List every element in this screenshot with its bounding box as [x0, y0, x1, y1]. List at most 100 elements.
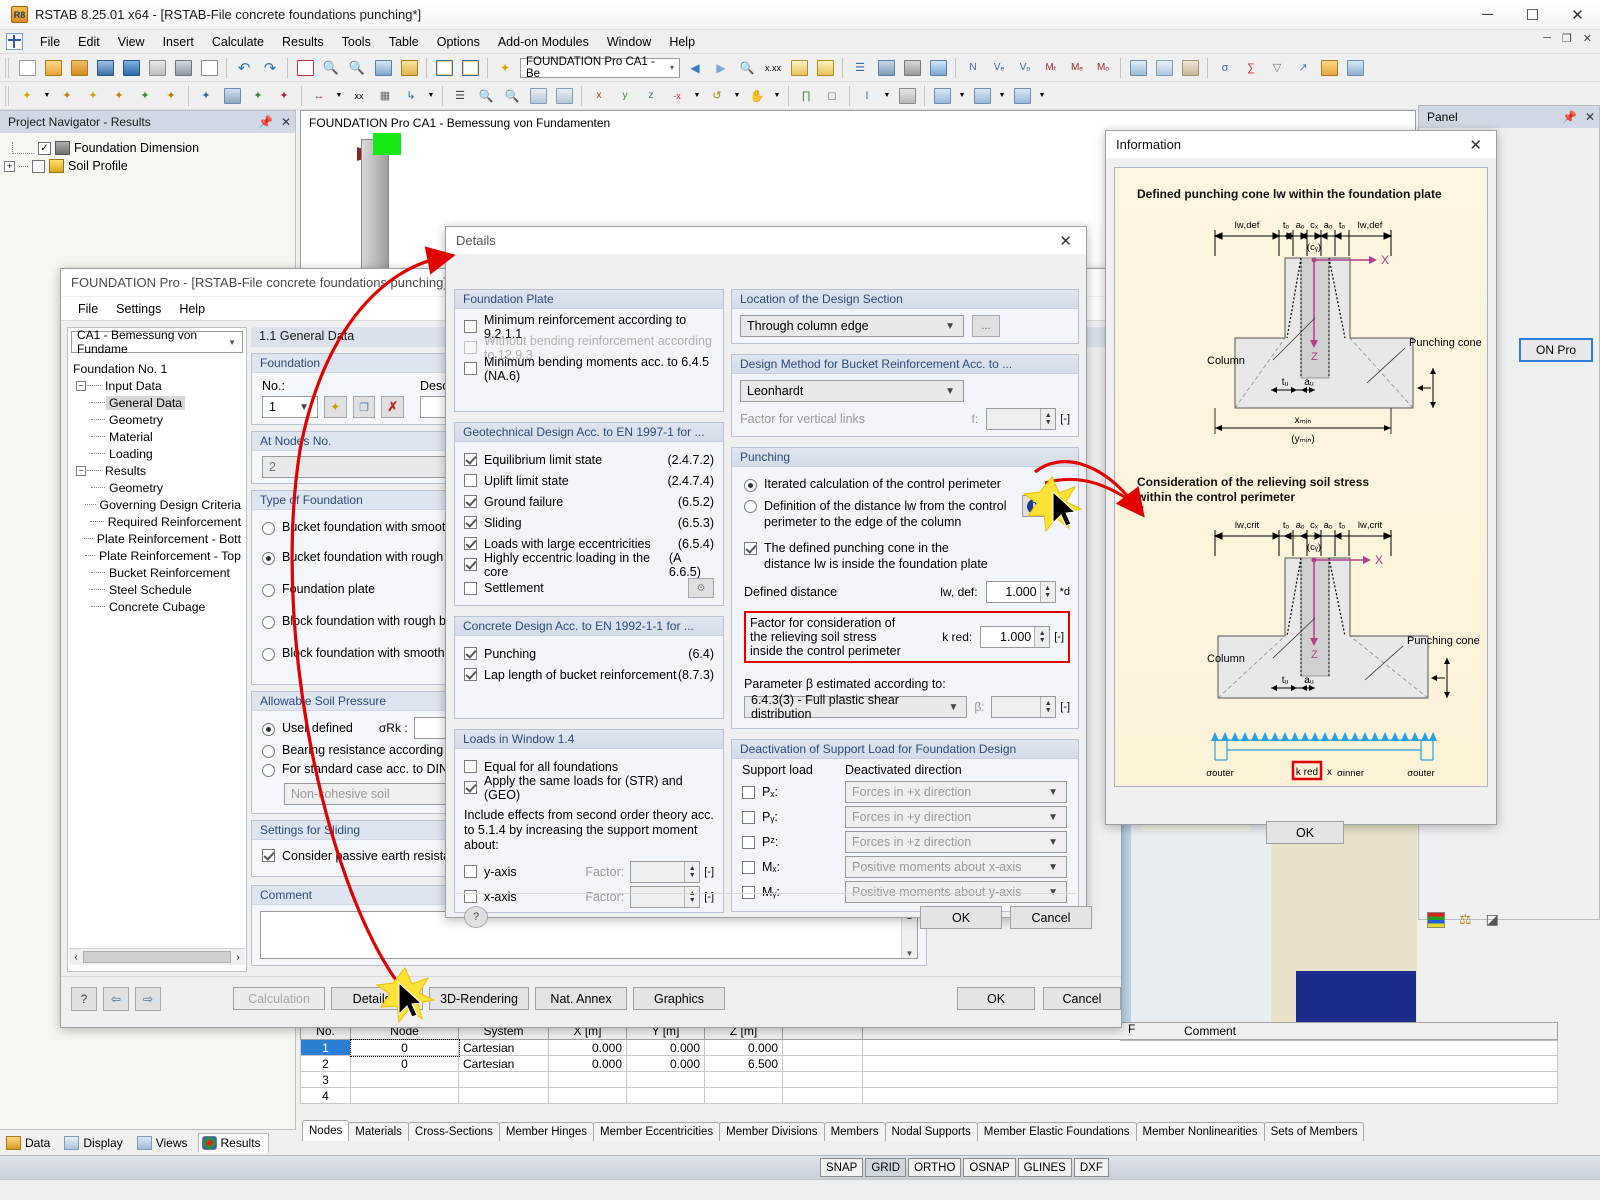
show-grid-icon[interactable] [458, 56, 482, 80]
nodal-deform-icon[interactable] [1152, 56, 1176, 80]
table-row[interactable]: 3 [301, 1072, 1558, 1088]
direction-combo-mx[interactable]: Positive moments about x-axis ▼ [845, 856, 1067, 878]
new-surface-icon[interactable]: ✦ [107, 84, 131, 108]
show-table-icon[interactable] [432, 56, 456, 80]
table-tab-materials[interactable]: Materials [348, 1122, 409, 1141]
3d-rendering-button[interactable]: 3D-Rendering [429, 987, 529, 1010]
tree-item-general-data[interactable]: General Data [70, 394, 244, 411]
load-case-dropdown-icon[interactable]: ▼ [956, 84, 968, 108]
cell-z[interactable] [705, 1088, 783, 1104]
menu-view[interactable]: View [109, 32, 154, 52]
chevron-down-icon[interactable]: ▼ [939, 386, 961, 397]
checkbox-ground-failure[interactable]: Ground failure (6.5.2) [464, 491, 714, 512]
radio-icon[interactable] [262, 648, 275, 661]
details-help-button[interactable]: ? [464, 906, 488, 928]
table-tab-sets-of-members[interactable]: Sets of Members [1264, 1122, 1365, 1141]
beta-combo[interactable]: 6.4.3(3) - Full plastic shear distributi… [744, 696, 967, 718]
mdi-maximize-button[interactable]: ❐ [1558, 32, 1576, 45]
beta-spinner[interactable]: ▲▼ [991, 696, 1057, 718]
open-recent-icon[interactable] [67, 56, 91, 80]
zoom-window-icon[interactable]: 🔍 [345, 56, 369, 80]
checkbox-icon[interactable] [464, 865, 477, 878]
new-member-icon[interactable]: ✦ [55, 84, 79, 108]
chevron-down-icon[interactable]: ▼ [1042, 862, 1064, 873]
pan-dropdown-icon[interactable]: ▼ [771, 84, 783, 108]
result-diagram-icon[interactable]: ↗ [1291, 56, 1315, 80]
status-toggle-glines[interactable]: GLINES [1018, 1158, 1072, 1177]
view-x-icon[interactable]: x [587, 84, 611, 108]
fpro-module-combo[interactable]: CA1 - Bemessung von Fundame ▼ [71, 331, 243, 353]
navigator-hscrollbar[interactable]: ‹ › [69, 948, 245, 965]
fpro-menu-help[interactable]: Help [170, 299, 214, 319]
rotate-view-icon[interactable]: ↺ [705, 84, 729, 108]
spinner-arrows-icon[interactable]: ▲▼ [1034, 627, 1049, 647]
menu-window[interactable]: Window [598, 32, 660, 52]
view-iso-icon[interactable] [526, 84, 550, 108]
cell-system[interactable]: Cartesian [459, 1040, 549, 1056]
undo-icon[interactable]: ↶ [232, 56, 256, 80]
menu-options[interactable]: Options [428, 32, 489, 52]
nodal-support-icon[interactable]: ✦ [194, 84, 218, 108]
zoom-previous-icon[interactable]: 🔍 [500, 84, 524, 108]
status-toggle-ortho[interactable]: ORTHO [908, 1158, 961, 1177]
tab-display[interactable]: Display [60, 1133, 130, 1153]
mdi-minimize-button[interactable]: ─ [1539, 32, 1555, 45]
scale-balance-icon[interactable]: ⚖ [1459, 911, 1472, 928]
design-method-combo[interactable]: Leonhardt ▼ [740, 380, 964, 402]
checkbox-icon[interactable] [742, 861, 755, 874]
chevron-down-icon[interactable]: ▼ [224, 338, 240, 347]
checkbox-icon[interactable] [464, 582, 477, 595]
scroll-right-icon[interactable]: › [231, 952, 245, 963]
close-icon[interactable]: ✕ [1585, 110, 1595, 124]
new-node-icon[interactable]: ✦ [15, 84, 39, 108]
filter-icon[interactable]: ▽ [1265, 56, 1289, 80]
checkbox-icon[interactable] [464, 362, 477, 375]
print-preview-icon[interactable] [197, 56, 221, 80]
tree-item-bucket-reinforcement[interactable]: Bucket Reinforcement [70, 564, 244, 581]
color-scale-icon[interactable] [1427, 912, 1445, 928]
save-icon[interactable] [119, 56, 143, 80]
tree-item-loading[interactable]: Loading [70, 445, 244, 462]
direction-combo-px[interactable]: Forces in +x direction ▼ [845, 781, 1067, 803]
value-axis-icon[interactable]: x.xx [761, 56, 785, 80]
fpro-menu-settings[interactable]: Settings [107, 299, 170, 319]
table-row[interactable]: 2 0 Cartesian 0.000 0.000 6.500 [301, 1056, 1558, 1072]
tree-item-steel-schedule[interactable]: Steel Schedule [70, 581, 244, 598]
toolbar-grip[interactable] [5, 58, 11, 78]
scroll-left-icon[interactable]: ‹ [69, 952, 83, 963]
fpro-ok-button[interactable]: OK [957, 987, 1035, 1010]
member-hinge-icon[interactable]: ✦ [246, 84, 270, 108]
tree-item-plate-reinforcement-top[interactable]: Plate Reinforcement - Top [70, 547, 244, 564]
calculation-button[interactable]: Calculation [233, 987, 325, 1010]
navigator-item-foundation-dimension[interactable]: ✓ Foundation Dimension [4, 139, 291, 157]
close-icon[interactable]: ✕ [1051, 232, 1080, 250]
clipping-icon[interactable]: ◻ [820, 84, 844, 108]
nat-annex-button[interactable]: Nat. Annex [535, 987, 627, 1010]
radio-icon[interactable] [262, 616, 275, 629]
soil-profile-checkbox[interactable] [32, 160, 45, 173]
kred-spinner[interactable]: 1.000 ▲▼ [980, 626, 1050, 648]
checkbox-y-axis[interactable]: y-axis Factor: ▲▼ [-] [464, 861, 714, 882]
menu-addon-modules[interactable]: Add-on Modules [489, 32, 598, 52]
table-row[interactable]: 1 0 Cartesian 0.000 0.000 0.000 [301, 1040, 1558, 1056]
deformation-icon[interactable] [926, 56, 950, 80]
cell-x[interactable]: 0.000 [549, 1056, 627, 1072]
minimize-button[interactable]: ─ [1465, 0, 1510, 29]
checkbox-icon[interactable] [742, 811, 755, 824]
checkbox-min-bending-moments[interactable]: Minimum bending moments acc. to 6.4.5 (N… [464, 358, 714, 379]
scroll-thumb[interactable] [83, 951, 231, 963]
foundation-dimension-checkbox[interactable]: ✓ [38, 142, 51, 155]
line-support-icon[interactable] [220, 84, 244, 108]
dimension-icon[interactable]: ↔ [307, 84, 331, 108]
surfaces-icon[interactable] [874, 56, 898, 80]
cell-system[interactable] [459, 1088, 549, 1104]
radio-icon[interactable] [262, 723, 275, 736]
next-button[interactable]: ⇨ [135, 987, 161, 1011]
expand-icon[interactable]: + [4, 161, 15, 172]
cell-y[interactable]: 0.000 [627, 1056, 705, 1072]
scroll-down-icon[interactable]: ▼ [906, 949, 914, 958]
tree-item-material[interactable]: Material [70, 428, 244, 445]
checkbox-sliding[interactable]: Sliding (6.5.3) [464, 512, 714, 533]
table-tab-member-elastic-foundations[interactable]: Member Elastic Foundations [977, 1122, 1137, 1141]
tree-item-concrete-cubage[interactable]: Concrete Cubage [70, 598, 244, 615]
